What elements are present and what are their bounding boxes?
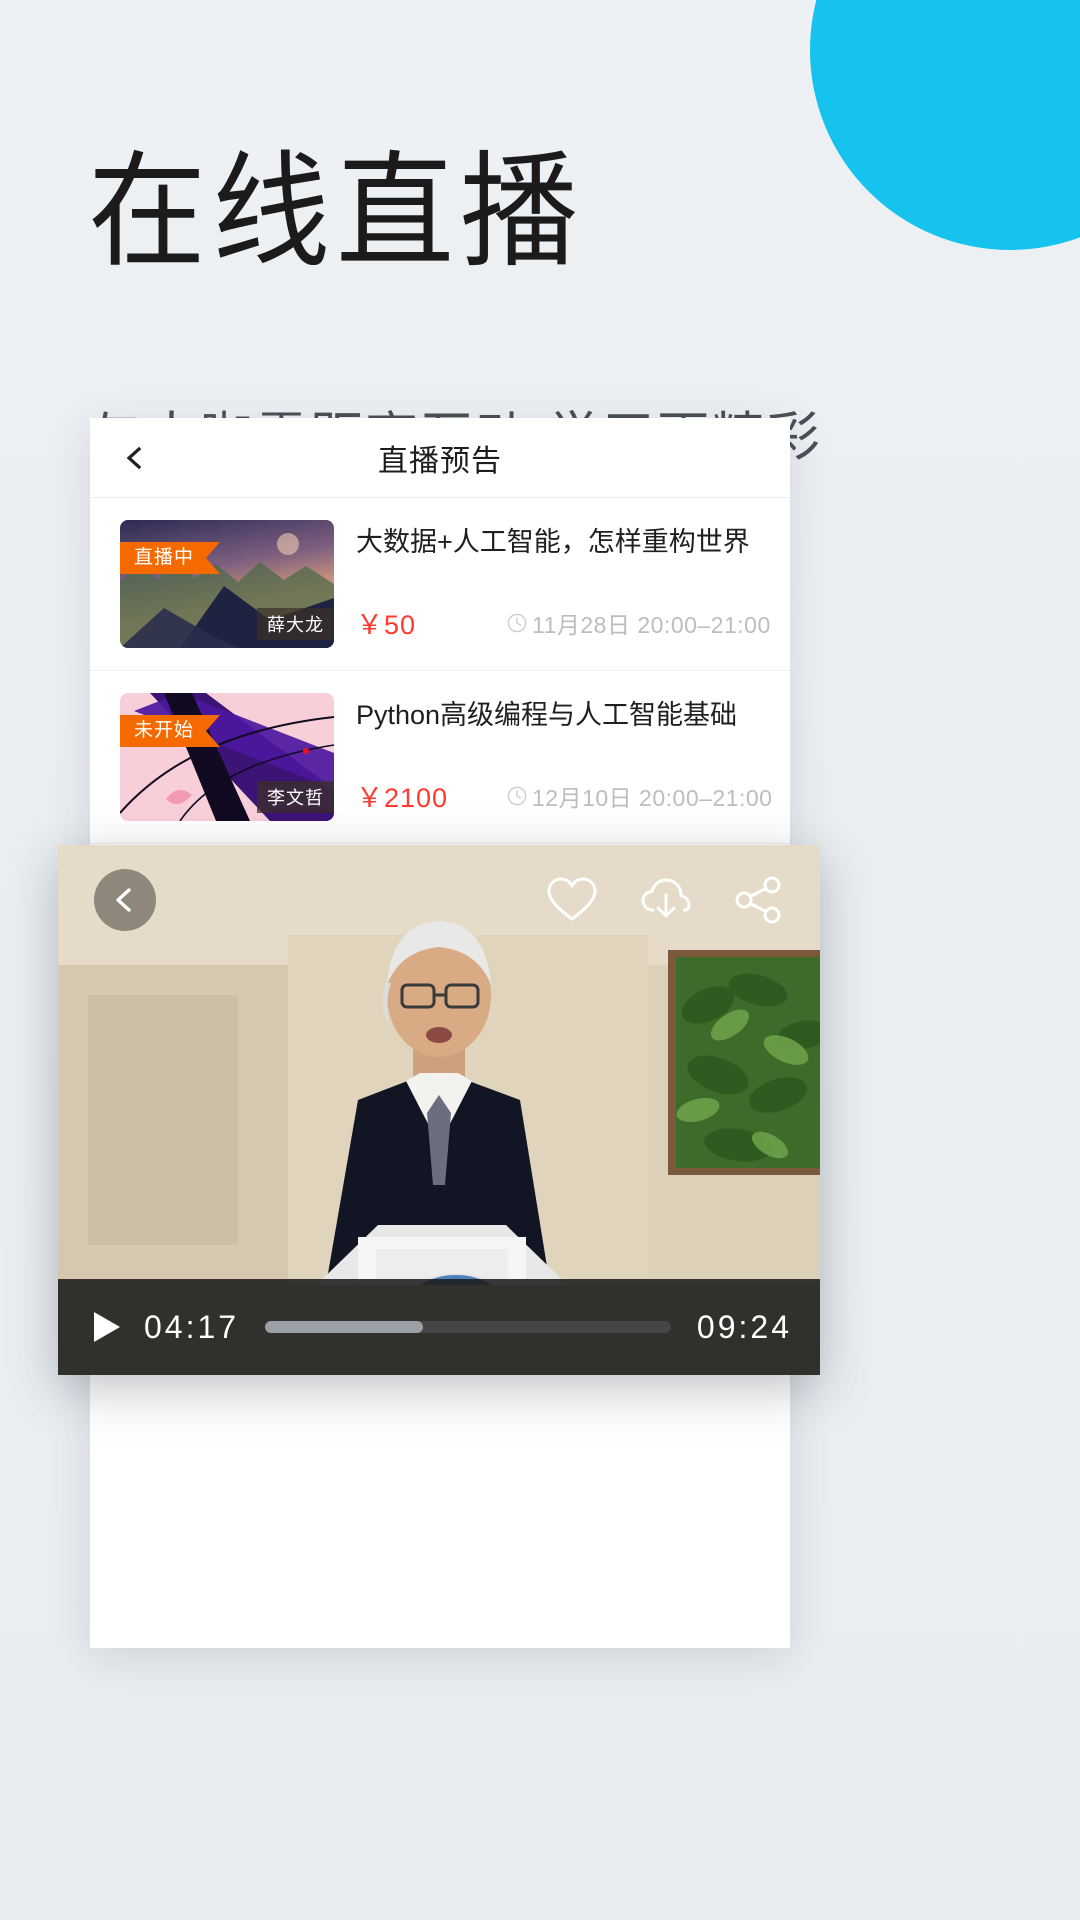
course-time: 12月10日 20:00–21:00 bbox=[506, 779, 772, 813]
page-title: 在线直播 bbox=[88, 142, 585, 283]
chevron-left-icon[interactable] bbox=[122, 445, 148, 471]
course-info: 大数据+人工智能，怎样重构世界 ￥50 11月28日 20:00–21:00 bbox=[356, 520, 770, 648]
player-bottom-controls: 04:17 09:24 bbox=[58, 1279, 820, 1375]
play-icon[interactable] bbox=[86, 1307, 126, 1347]
course-time-text: 11月28日 20:00–21:00 bbox=[532, 611, 771, 638]
course-title: Python高级编程与人工智能基础 bbox=[356, 700, 738, 730]
cloud-download-icon[interactable] bbox=[640, 876, 692, 924]
status-badge: 未开始 bbox=[120, 715, 221, 747]
video-player[interactable]: 04:17 09:24 bbox=[58, 845, 820, 1375]
list-item[interactable]: 未开始 李文哲 Python高级编程与人工智能基础 ￥2100 12月10日 2… bbox=[90, 671, 790, 844]
course-meta: ￥2100 12月10日 20:00–21:00 bbox=[356, 776, 772, 815]
course-info: Python高级编程与人工智能基础 ￥2100 12月10日 20:00–21:… bbox=[356, 693, 772, 821]
status-badge: 直播中 bbox=[120, 542, 221, 574]
heart-icon[interactable] bbox=[546, 876, 598, 924]
course-thumbnail[interactable]: 直播中 薛大龙 bbox=[120, 520, 334, 648]
card-title: 直播预告 bbox=[378, 444, 502, 478]
list-item[interactable]: 直播中 薛大龙 大数据+人工智能，怎样重构世界 ￥50 11月28日 20:00… bbox=[90, 498, 790, 671]
teacher-name-tag: 薛大龙 bbox=[257, 608, 334, 640]
progress-slider[interactable] bbox=[265, 1321, 671, 1333]
decorative-cyan-circle bbox=[810, 0, 1080, 250]
player-action-group bbox=[546, 876, 784, 924]
course-time-text: 12月10日 20:00–21:00 bbox=[532, 784, 773, 811]
progress-fill bbox=[265, 1321, 424, 1333]
course-price: ￥50 bbox=[356, 610, 417, 640]
clock-icon bbox=[506, 612, 528, 634]
card-header: 直播预告 bbox=[90, 418, 790, 498]
current-time: 04:17 bbox=[144, 1308, 240, 1345]
share-icon[interactable] bbox=[734, 876, 784, 924]
course-title: 大数据+人工智能，怎样重构世界 bbox=[356, 527, 750, 557]
total-time: 09:24 bbox=[696, 1308, 792, 1345]
clock-icon bbox=[506, 785, 528, 807]
course-thumbnail[interactable]: 未开始 李文哲 bbox=[120, 693, 334, 821]
course-meta: ￥50 11月28日 20:00–21:00 bbox=[356, 603, 770, 642]
teacher-name-tag: 李文哲 bbox=[257, 781, 334, 813]
course-time: 11月28日 20:00–21:00 bbox=[506, 606, 771, 640]
chevron-left-icon[interactable] bbox=[94, 869, 156, 931]
player-top-controls bbox=[58, 845, 820, 955]
promo-page: 在线直播 与大咖零距离互动 学习更精彩 直播预告 bbox=[0, 0, 1080, 1920]
course-price: ￥2100 bbox=[356, 783, 449, 813]
